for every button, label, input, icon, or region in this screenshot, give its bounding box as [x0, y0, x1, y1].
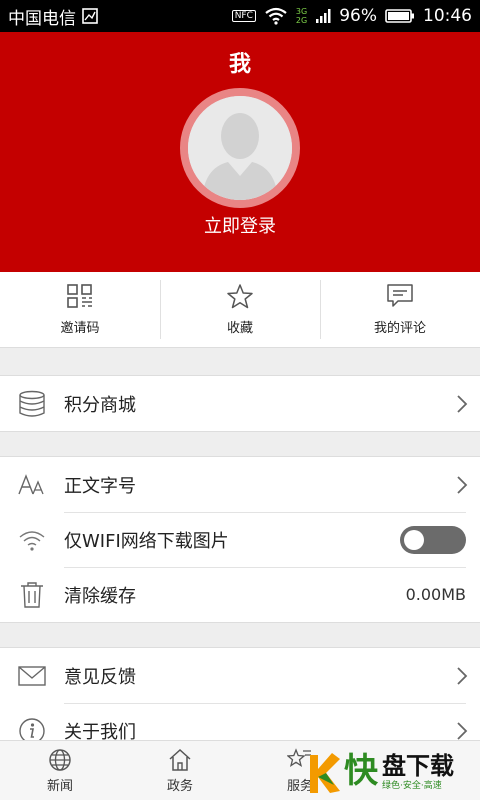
wifi-only-label: 仅WIFI网络下载图片 [64, 530, 229, 552]
favorites-button[interactable]: 收藏 [160, 272, 320, 347]
favorites-label: 收藏 [226, 321, 253, 336]
login-link[interactable]: 立即登录 [0, 212, 480, 238]
tab-news-label: 新闻 [46, 779, 73, 794]
nfc-icon: NFC [231, 10, 256, 22]
watermark-brand: 快 [344, 751, 378, 791]
chevron-right-icon [457, 666, 468, 685]
feedback-item[interactable]: 意见反馈 [0, 648, 480, 703]
invite-code-label: 邀请码 [60, 321, 100, 336]
watermark-logo: 快 盘下载 绿色·安全·高速 [304, 744, 480, 800]
wifi-only-toggle[interactable] [400, 525, 466, 554]
chevron-right-icon [457, 394, 468, 413]
mail-icon [18, 665, 46, 686]
toggle-knob [404, 529, 424, 550]
watermark-k-icon [310, 753, 340, 793]
tab-news[interactable]: 新闻 [0, 741, 120, 800]
points-mall-item[interactable]: 积分商城 [0, 376, 480, 431]
database-icon [19, 390, 45, 417]
network-type-icon: 3G 2G [295, 7, 308, 25]
watermark-name: 盘下载 [382, 752, 454, 780]
page-title: 我 [228, 52, 251, 77]
watermark-tagline: 绿色·安全·高速 [382, 781, 442, 791]
wifi-icon [264, 7, 288, 25]
quick-actions: 邀请码 收藏 我的评论 [0, 272, 480, 348]
invite-code-button[interactable]: 邀请码 [0, 272, 160, 347]
wifi-only-item: 仅WIFI网络下载图片 [0, 512, 480, 567]
points-mall-label: 积分商城 [64, 394, 136, 416]
trash-icon [21, 581, 43, 608]
section-mall: 积分商城 [0, 375, 480, 432]
chevron-right-icon [457, 721, 468, 740]
star-icon [227, 284, 253, 309]
font-size-item[interactable]: 正文字号 [0, 457, 480, 512]
carrier-name: 中国电信 [8, 8, 76, 29]
wifi-icon [19, 530, 45, 551]
font-size-icon [18, 473, 44, 494]
status-bar: 中国电信 NFC 3G 2G 96% 10:46 [0, 0, 480, 32]
feedback-label: 意见反馈 [64, 666, 136, 688]
profile-header: 我 立即登录 [0, 32, 480, 272]
qr-code-icon [67, 284, 92, 308]
tab-government[interactable]: 政务 [120, 741, 240, 800]
cache-size-value: 0.00MB [405, 585, 466, 604]
home-icon [169, 748, 191, 771]
font-size-label: 正文字号 [64, 475, 136, 497]
clock: 10:46 [423, 6, 472, 26]
avatar[interactable] [180, 88, 300, 208]
signal-icon [315, 8, 331, 24]
battery-icon [385, 8, 415, 24]
globe-icon [49, 749, 71, 771]
comment-icon [387, 284, 413, 307]
clear-cache-item[interactable]: 清除缓存 0.00MB [0, 567, 480, 622]
clear-cache-label: 清除缓存 [64, 585, 136, 607]
battery-percent: 96% [339, 6, 377, 26]
my-comments-button[interactable]: 我的评论 [320, 272, 480, 347]
chevron-right-icon [457, 475, 468, 494]
tab-government-label: 政务 [166, 779, 193, 794]
section-settings: 正文字号 仅WIFI网络下载图片 清除缓存 0.00MB [0, 456, 480, 623]
default-avatar-icon [188, 96, 292, 200]
my-comments-label: 我的评论 [373, 321, 426, 336]
picture-icon [82, 8, 98, 24]
